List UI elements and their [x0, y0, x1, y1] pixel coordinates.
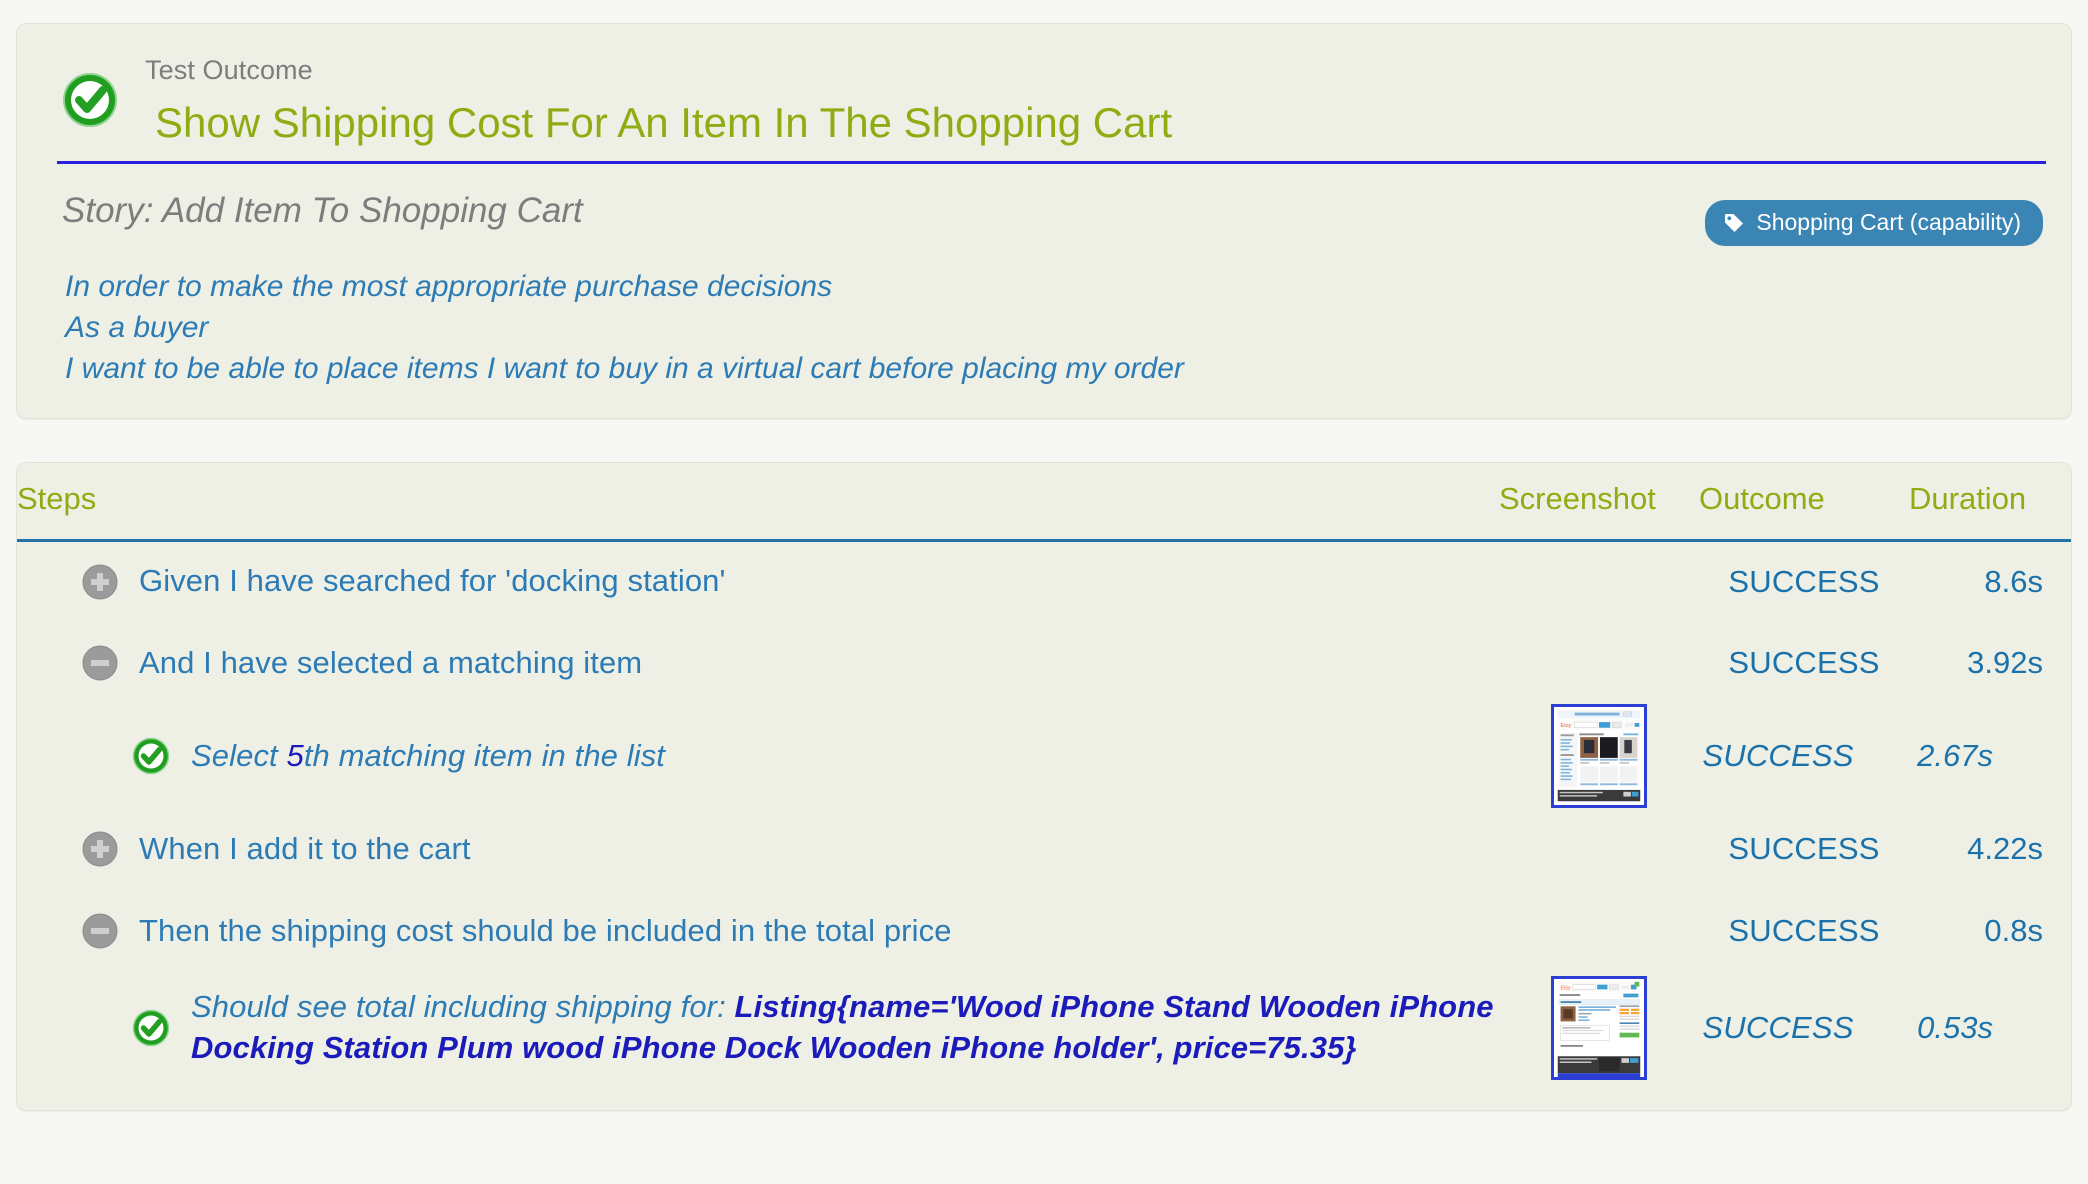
header-texts: Test Outcome Show Shipping Cost For An I…	[145, 54, 1172, 147]
report-page: Test Outcome Show Shipping Cost For An I…	[0, 23, 2088, 1184]
step-text-suffix: th matching item in the list	[303, 737, 666, 773]
narrative-line-as-a: As a buyer	[65, 311, 209, 345]
duration-cell: 0.8s	[1984, 913, 2043, 949]
svg-text:Etsy: Etsy	[1561, 985, 1571, 991]
step-description[interactable]: Given I have searched for 'docking stati…	[139, 561, 726, 602]
page-title: Show Shipping Cost For An Item In The Sh…	[155, 98, 1173, 146]
screenshot-thumbnail[interactable]: Etsy	[1551, 976, 1647, 1081]
outcome-cell: SUCCESS	[1702, 738, 1854, 774]
steps-table-body: Given I have searched for 'docking stati…	[17, 540, 2071, 1084]
narrative-line-in-order: In order to make the most appropriate pu…	[65, 270, 833, 304]
step-cell: Should see total including shipping for:…	[17, 972, 1499, 1084]
header-top: Test Outcome Show Shipping Cost For An I…	[17, 24, 2071, 147]
outcome-cell: SUCCESS	[1728, 913, 1880, 949]
duration-cell: 2.67s	[1917, 738, 1993, 774]
step-description[interactable]: Then the shipping cost should be include…	[139, 911, 952, 952]
screenshot-cell	[1499, 622, 1699, 704]
step-cell: And I have selected a matching item	[17, 622, 1499, 704]
green-check-circle-icon	[132, 737, 170, 775]
table-row: When I add it to the cart SUCCESS 4.22s	[17, 808, 2071, 890]
table-row: Select 5th matching item in the list Ets…	[17, 704, 2071, 809]
steps-panel: Steps Screenshot Outcome Duration Given …	[16, 461, 2072, 1112]
screenshot-cell	[1499, 808, 1699, 890]
column-header-steps: Steps	[17, 462, 1499, 542]
steps-header-row: Steps Screenshot Outcome Duration	[17, 462, 2071, 542]
steps-table-head: Steps Screenshot Outcome Duration	[17, 462, 2071, 542]
duration-cell: 8.6s	[1984, 563, 2043, 599]
green-check-circle-icon	[62, 72, 118, 128]
plus-icon[interactable]	[81, 563, 119, 601]
capability-badge[interactable]: Shopping Cart (capability)	[1705, 200, 2043, 247]
step-parameter: 5	[286, 737, 304, 773]
step-description[interactable]: Should see total including shipping for:…	[191, 987, 1499, 1069]
outcome-cell: SUCCESS	[1728, 645, 1880, 681]
minus-icon[interactable]	[81, 644, 119, 682]
step-cell: Given I have searched for 'docking stati…	[17, 540, 1499, 622]
screenshot-cell: Etsy	[1499, 704, 1699, 809]
outcome-cell: SUCCESS	[1702, 1010, 1854, 1046]
duration-cell: 4.22s	[1967, 831, 2043, 867]
story-title: Story: Add Item To Shopping Cart	[62, 191, 583, 231]
step-text-prefix: Select	[191, 737, 287, 773]
story-narrative: In order to make the most appropriate pu…	[17, 246, 2071, 389]
duration-cell: 3.92s	[1967, 645, 2043, 681]
test-outcome-label: Test Outcome	[145, 55, 313, 85]
step-description[interactable]: Select 5th matching item in the list	[191, 736, 665, 777]
tag-icon	[1723, 212, 1745, 234]
step-cell: Then the shipping cost should be include…	[17, 890, 1499, 972]
step-description[interactable]: And I have selected a matching item	[139, 643, 642, 684]
screenshot-thumbnail[interactable]: Etsy	[1551, 704, 1647, 809]
table-row: And I have selected a matching item SUCC…	[17, 622, 2071, 704]
step-text-prefix: Should see total including shipping for:	[191, 989, 735, 1025]
column-header-outcome: Outcome	[1699, 462, 1909, 542]
step-cell: When I add it to the cart	[17, 808, 1499, 890]
green-check-circle-icon	[132, 1009, 170, 1047]
svg-text:Etsy: Etsy	[1561, 723, 1572, 729]
table-row: Given I have searched for 'docking stati…	[17, 540, 2071, 622]
story-row: Story: Add Item To Shopping Cart Shoppin…	[17, 164, 2071, 247]
steps-table: Steps Screenshot Outcome Duration Given …	[17, 462, 2071, 1085]
outcome-cell: SUCCESS	[1728, 831, 1880, 867]
table-row: Then the shipping cost should be include…	[17, 890, 2071, 972]
column-header-duration: Duration	[1909, 462, 2071, 542]
column-header-screenshot: Screenshot	[1499, 462, 1699, 542]
narrative-line-i-want: I want to be able to place items I want …	[65, 352, 1184, 386]
screenshot-cell	[1499, 540, 1699, 622]
step-cell: Select 5th matching item in the list	[17, 704, 1499, 808]
step-description[interactable]: When I add it to the cart	[139, 829, 471, 870]
plus-icon[interactable]	[81, 830, 119, 868]
capability-badge-label: Shopping Cart (capability)	[1756, 209, 2021, 236]
minus-icon[interactable]	[81, 912, 119, 950]
screenshot-cell	[1499, 890, 1699, 972]
table-row: Should see total including shipping for:…	[17, 972, 2071, 1084]
test-outcome-header-panel: Test Outcome Show Shipping Cost For An I…	[16, 23, 2072, 419]
duration-cell: 0.53s	[1917, 1010, 1993, 1046]
screenshot-cell: Etsy	[1499, 972, 1699, 1084]
outcome-cell: SUCCESS	[1728, 563, 1880, 599]
